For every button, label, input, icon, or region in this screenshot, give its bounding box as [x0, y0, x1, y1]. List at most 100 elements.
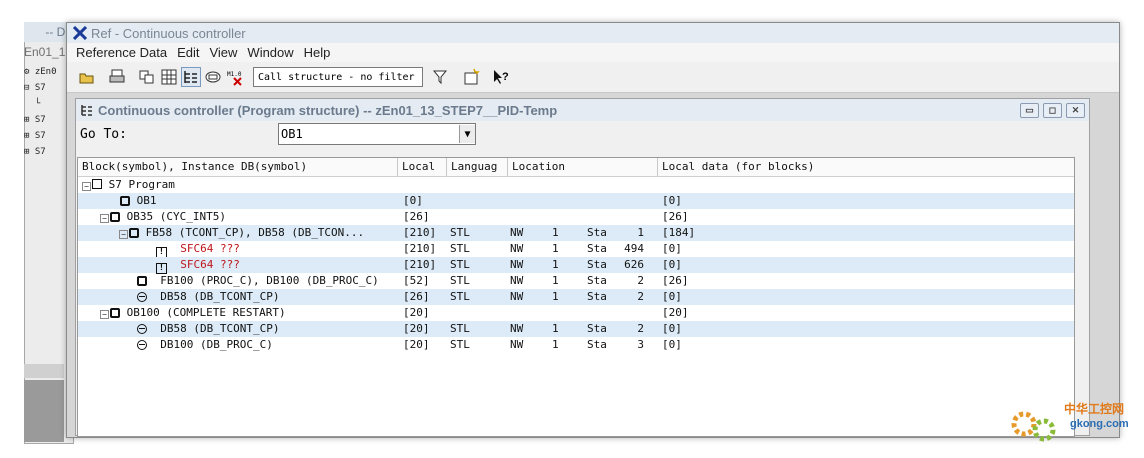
child-titlebar[interactable]: Continuous controller (Program structure…	[76, 99, 1089, 121]
menu-edit[interactable]: Edit	[177, 45, 199, 60]
open-folder-icon	[79, 73, 94, 84]
new-window-button[interactable]	[461, 67, 481, 87]
background-tree-item[interactable]: ⊟ S7	[24, 80, 64, 96]
background-tree-item[interactable]: ⊞ S7	[24, 128, 64, 144]
collapse-icon[interactable]: −	[119, 230, 128, 239]
table-row[interactable]: − FB58 (TCONT_CP), DB58 (DB_TCON... [210…	[78, 225, 1074, 241]
table-row[interactable]: FB100 (PROC_C), DB100 (DB_PROC_C) [52] S…	[78, 273, 1074, 289]
menu-view[interactable]: View	[209, 45, 237, 60]
statement-cell: Sta	[587, 338, 607, 351]
local-data-cell: [0]	[662, 258, 682, 271]
unused-symbols-icon	[205, 71, 221, 83]
table-row[interactable]: − S7 Program	[78, 177, 1074, 193]
background-scrollbar[interactable]	[24, 364, 64, 378]
background-tree[interactable]: ⚙ zEn0 ⊟ S7 └ ⊞ S7 ⊞ S7 ⊞ S7	[24, 64, 64, 364]
context-help-button[interactable]: ?	[491, 67, 511, 87]
table-row[interactable]: DB100 (DB_PROC_C) [20] STL NW 1 Sta 3 [0…	[78, 337, 1074, 353]
network-number-cell: 1	[552, 290, 559, 303]
local-data-cell: [20]	[662, 306, 689, 319]
background-window-tab[interactable]: En01_1	[24, 42, 72, 62]
statement-cell: Sta	[587, 226, 607, 239]
language-cell: STL	[450, 226, 470, 239]
network-cell: NW	[510, 226, 524, 239]
table-row[interactable]: − OB35 (CYC_INT5) [26] [26]	[78, 209, 1074, 225]
background-tree-item[interactable]: ⊞ S7	[24, 144, 64, 160]
statement-number-cell: 3	[637, 338, 644, 351]
background-gray-area	[24, 380, 64, 442]
table-row[interactable]: ! SFC64 ??? [210] STL NW 1 Sta 626 [0]	[78, 257, 1074, 274]
assignment-button[interactable]	[159, 67, 179, 87]
app-icon	[73, 26, 87, 40]
column-header-local-data[interactable]: Local data (for blocks)	[658, 158, 1074, 176]
column-header-local[interactable]: Local	[398, 158, 447, 176]
column-header-language[interactable]: Languag	[447, 158, 508, 176]
local-data-cell: [0]	[662, 194, 682, 207]
collapse-icon[interactable]: −	[100, 310, 109, 319]
filter-field[interactable]: Call structure - no filter	[253, 67, 423, 87]
background-tree-item[interactable]: ⊞ S7	[24, 112, 64, 128]
addresses-without-symbol-button[interactable]: M1.0	[225, 67, 245, 87]
goto-value: OB1	[281, 127, 303, 141]
network-cell: NW	[510, 242, 524, 255]
statement-number-cell: 2	[637, 290, 644, 303]
program-folder-icon	[92, 179, 102, 189]
column-header-block[interactable]: Block(symbol), Instance DB(symbol)	[78, 158, 398, 176]
local-cell: [210]	[403, 226, 437, 239]
network-number-cell: 1	[552, 242, 559, 255]
local-data-cell: [0]	[662, 242, 682, 255]
filter-button[interactable]	[431, 67, 451, 87]
background-tree-item[interactable]: ⚙ zEn0	[24, 64, 64, 80]
chevron-down-icon[interactable]: ▼	[459, 125, 475, 143]
program-structure-icon	[81, 105, 92, 116]
program-structure-button[interactable]	[181, 67, 201, 87]
restore-button[interactable]: ◻	[1043, 102, 1062, 118]
block-icon	[110, 308, 120, 318]
local-cell: [26]	[403, 210, 430, 223]
close-button[interactable]: ✕	[1066, 102, 1085, 118]
print-button[interactable]	[107, 67, 127, 87]
column-header-location[interactable]: Location	[508, 158, 658, 176]
language-cell: STL	[450, 258, 470, 271]
background-tree-item[interactable]: └	[24, 96, 64, 112]
goto-select[interactable]: OB1 ▼	[278, 123, 476, 145]
collapse-icon[interactable]: −	[82, 182, 91, 191]
block-name: DB58 (DB_TCONT_CP)	[160, 322, 280, 335]
table-row[interactable]: DB58 (DB_TCONT_CP) [20] STL NW 1 Sta 2 […	[78, 321, 1074, 337]
menu-window[interactable]: Window	[247, 45, 293, 60]
language-cell: STL	[450, 290, 470, 303]
network-number-cell: 1	[552, 338, 559, 351]
block-name: SFC64 ???	[180, 242, 240, 255]
menu-help[interactable]: Help	[304, 45, 331, 60]
toolbar: M1.0 Call structure - no filter ?	[67, 62, 1119, 93]
statement-number-cell: 2	[637, 322, 644, 335]
local-cell: [52]	[403, 274, 430, 287]
cross-reference-button[interactable]	[137, 67, 157, 87]
table-row[interactable]: ! SFC64 ??? [210] STL NW 1 Sta 494 [0]	[78, 241, 1074, 258]
table-row[interactable]: − OB100 (COMPLETE RESTART) [20] [20]	[78, 305, 1074, 321]
local-cell: [0]	[403, 194, 423, 207]
block-icon	[129, 228, 139, 238]
watermark-title: 中华工控网	[1064, 402, 1125, 416]
goto-label: Go To:	[80, 126, 127, 142]
table-row[interactable]: OB1 [0] [0]	[78, 193, 1074, 209]
minimize-button[interactable]: ▭	[1020, 102, 1039, 118]
table-row[interactable]: DB58 (DB_TCONT_CP) [26] STL NW 1 Sta 2 […	[78, 289, 1074, 305]
goto-bar: Go To: OB1 ▼	[76, 121, 1089, 147]
local-cell: [20]	[403, 338, 430, 351]
language-cell: STL	[450, 338, 470, 351]
window-titlebar[interactable]: Ref - Continuous controller	[67, 23, 1119, 43]
tree-node: − S7 Program	[82, 177, 175, 193]
collapse-icon[interactable]: −	[100, 214, 109, 223]
unused-symbols-button[interactable]	[203, 67, 223, 87]
network-cell: NW	[510, 322, 524, 335]
local-data-cell: [184]	[662, 226, 696, 239]
background-window-title: -- D:\	[24, 22, 72, 42]
open-button[interactable]	[77, 67, 97, 87]
menu-reference-data[interactable]: Reference Data	[76, 45, 167, 60]
network-cell: NW	[510, 290, 524, 303]
statement-number-cell: 1	[637, 226, 644, 239]
menu-bar: Reference Data Edit View Window Help	[67, 43, 1119, 62]
window-title: Ref - Continuous controller	[91, 25, 246, 41]
printer-icon	[109, 69, 125, 83]
block-name: OB100 (COMPLETE RESTART)	[126, 306, 286, 319]
